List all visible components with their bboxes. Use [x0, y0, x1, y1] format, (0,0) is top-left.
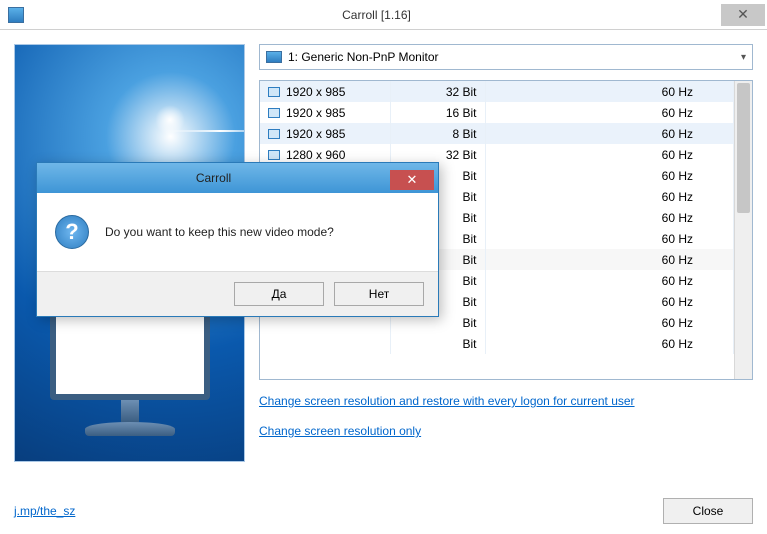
scrollbar-thumb[interactable] [737, 83, 750, 213]
dialog-yes-button[interactable]: Да [234, 282, 324, 306]
chevron-down-icon: ▾ [741, 52, 746, 63]
dialog-no-button[interactable]: Нет [334, 282, 424, 306]
dialog-close-button[interactable]: ✕ [390, 170, 434, 190]
dialog-message: Do you want to keep this new video mode? [105, 225, 334, 239]
question-icon: ? [55, 215, 89, 249]
monitor-dropdown[interactable]: 1: Generic Non-PnP Monitor ▾ [259, 44, 753, 70]
dialog-titlebar[interactable]: Carroll ✕ [37, 163, 438, 193]
table-row[interactable]: 1920 x 9858 Bit60 Hz [260, 123, 734, 144]
table-row[interactable]: Bit60 Hz [260, 333, 734, 354]
table-row[interactable]: 1920 x 98532 Bit60 Hz [260, 81, 734, 102]
dialog-title: Carroll [37, 171, 390, 185]
window-close-button[interactable]: ✕ [721, 4, 765, 26]
window-titlebar: Carroll [1.16] ✕ [0, 0, 767, 30]
monitor-icon [266, 51, 282, 63]
window-title: Carroll [1.16] [32, 8, 721, 22]
table-row[interactable]: 1920 x 98516 Bit60 Hz [260, 102, 734, 123]
confirm-dialog: Carroll ✕ ? Do you want to keep this new… [36, 162, 439, 317]
resolution-icon [268, 108, 280, 118]
scrollbar[interactable] [734, 81, 752, 379]
link-persist-resolution[interactable]: Change screen resolution and restore wit… [259, 394, 635, 408]
close-button[interactable]: Close [663, 498, 753, 524]
link-change-once[interactable]: Change screen resolution only [259, 424, 753, 438]
resolution-icon [268, 129, 280, 139]
resolution-icon [268, 87, 280, 97]
monitor-dropdown-label: 1: Generic Non-PnP Monitor [288, 50, 741, 64]
resolution-icon [268, 150, 280, 160]
footer-link[interactable]: j.mp/the_sz [14, 504, 75, 518]
app-icon [8, 7, 24, 23]
